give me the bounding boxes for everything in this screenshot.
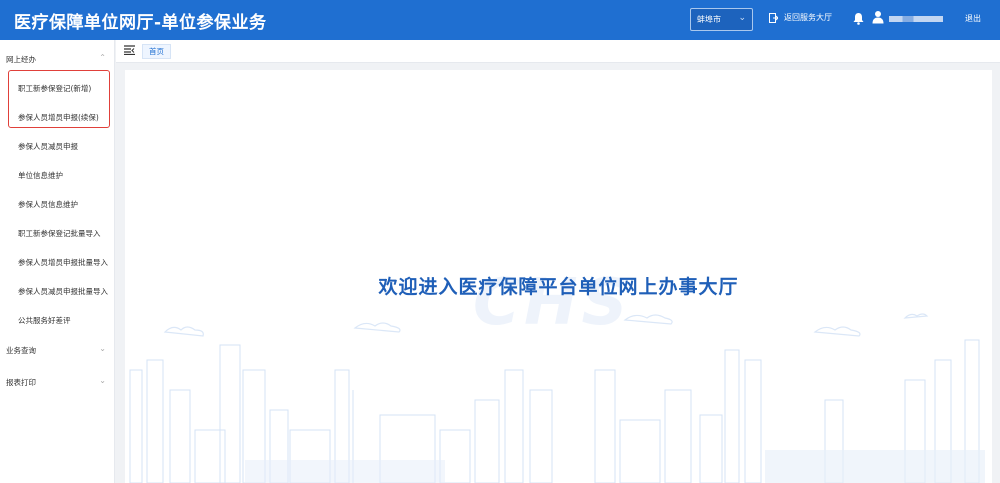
exit-door-icon: [769, 12, 778, 23]
chevron-down-icon: ⌄: [99, 344, 106, 353]
sidebar-item-unit-info[interactable]: 单位信息维护: [18, 170, 63, 181]
sidebar-item-batch-add[interactable]: 参保人员增员申报批量导入: [18, 257, 108, 268]
app-title: 医疗保障单位网厅-单位参保业务: [14, 12, 267, 33]
username-masked: [889, 16, 943, 22]
user-avatar-icon[interactable]: [872, 10, 884, 24]
highlight-box: [8, 70, 110, 128]
sidebar-item-reduce-staff[interactable]: 参保人员减员申报: [18, 141, 78, 152]
sidebar-item-insured-info[interactable]: 参保人员信息维护: [18, 199, 78, 210]
menu-group-label: 网上经办: [6, 54, 36, 64]
bell-icon[interactable]: [853, 12, 864, 25]
sidebar-item-service-rating[interactable]: 公共服务好差评: [18, 315, 71, 326]
back-to-hall-label: 返回服务大厅: [784, 13, 832, 22]
tab-home[interactable]: 首页: [142, 44, 171, 59]
menu-group-label: 报表打印: [6, 377, 36, 387]
city-select-value: 蚌埠市: [697, 15, 721, 24]
top-header: 医疗保障单位网厅-单位参保业务: [0, 0, 1000, 40]
tabs-bar: 首页: [116, 40, 1000, 63]
back-to-hall-button[interactable]: 返回服务大厅: [769, 12, 832, 23]
chevron-up-icon: ⌃: [99, 53, 106, 62]
menu-fold-icon[interactable]: [124, 45, 135, 55]
sidebar-item-batch-enroll[interactable]: 职工新参保登记批量导入: [18, 228, 101, 239]
logout-button[interactable]: 退出: [965, 13, 981, 24]
main-content: CHS 欢迎进入医疗保障平台单位网上办事大厅: [125, 70, 992, 483]
chevron-down-icon: ⌄: [99, 376, 106, 385]
chevron-down-icon: ⌄: [738, 13, 746, 23]
menu-group-online[interactable]: 网上经办 ⌃: [0, 47, 115, 71]
menu-group-report[interactable]: 报表打印 ⌄: [0, 370, 115, 394]
welcome-heading: 欢迎进入医疗保障平台单位网上办事大厅: [378, 276, 739, 298]
menu-group-query[interactable]: 业务查询 ⌄: [0, 338, 115, 362]
sidebar-item-batch-reduce[interactable]: 参保人员减员申报批量导入: [18, 286, 108, 297]
menu-group-label: 业务查询: [6, 345, 36, 355]
city-select[interactable]: 蚌埠市 ⌄: [690, 8, 753, 31]
